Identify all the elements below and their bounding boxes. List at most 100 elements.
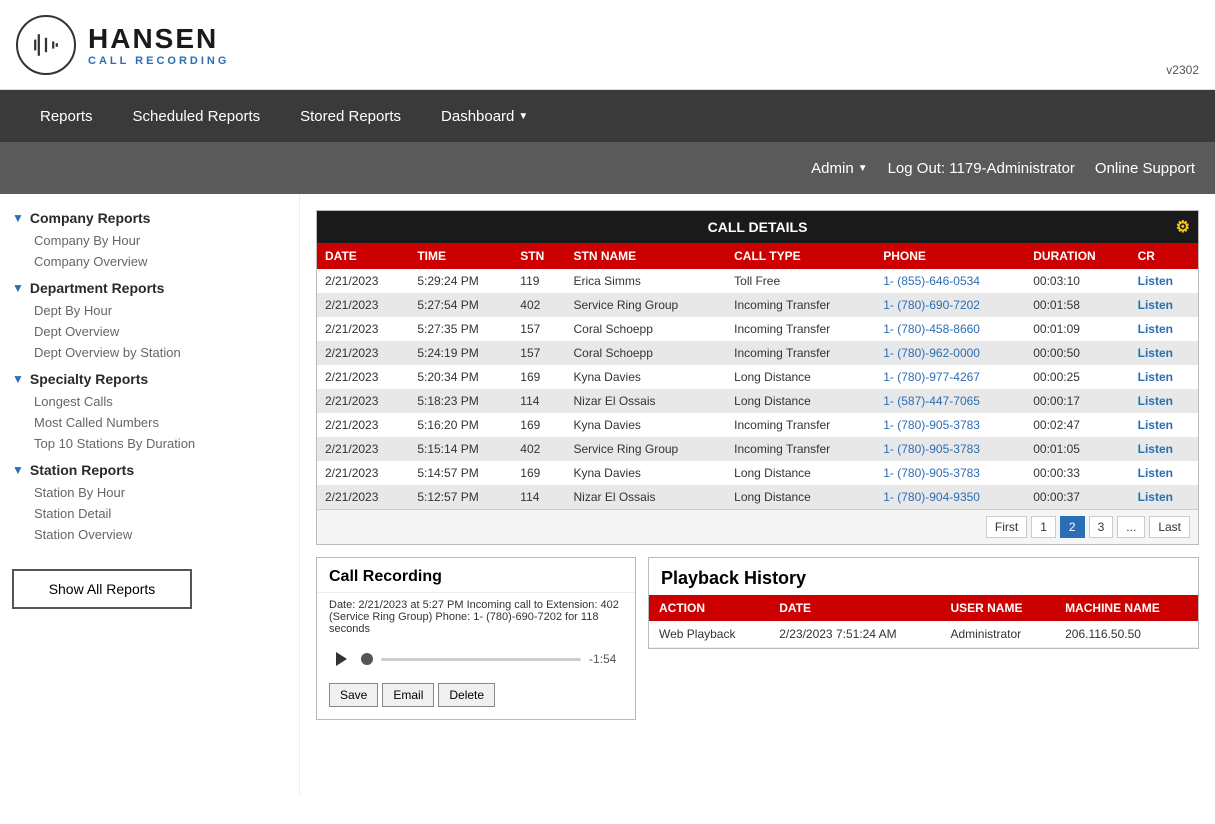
col-date: DATE <box>317 243 409 269</box>
nav-item-scheduled-reports[interactable]: Scheduled Reports <box>113 90 281 142</box>
ph-col-machine: MACHINE NAME <box>1055 595 1198 621</box>
listen-cell[interactable]: Listen <box>1130 389 1198 413</box>
sidebar-item-most-called-numbers[interactable]: Most Called Numbers <box>12 412 287 433</box>
playback-table: ACTION DATE USER NAME MACHINE NAME Web P… <box>649 595 1198 648</box>
ellipsis-button[interactable]: ... <box>1117 516 1145 538</box>
sidebar-item-station-overview[interactable]: Station Overview <box>12 524 287 545</box>
listen-cell[interactable]: Listen <box>1130 365 1198 389</box>
sub-nav-online-support[interactable]: Online Support <box>1095 160 1195 177</box>
listen-cell[interactable]: Listen <box>1130 293 1198 317</box>
stn-name-cell: Coral Schoepp <box>566 341 727 365</box>
page-1-button[interactable]: 1 <box>1031 516 1056 538</box>
listen-cell[interactable]: Listen <box>1130 485 1198 509</box>
col-time: TIME <box>409 243 512 269</box>
table-row: 2/21/20235:16:20 PM169Kyna DaviesIncomin… <box>317 413 1198 437</box>
player-row: -1:54 <box>317 641 635 677</box>
call-type-cell: Toll Free <box>726 269 875 293</box>
page-2-button[interactable]: 2 <box>1060 516 1085 538</box>
page-3-button[interactable]: 3 <box>1089 516 1114 538</box>
playback-dot[interactable] <box>361 653 373 665</box>
date-cell: 2/21/2023 <box>317 341 409 365</box>
sidebar-item-station-detail[interactable]: Station Detail <box>12 503 287 524</box>
table-row: 2/21/20235:18:23 PM114Nizar El OssaisLon… <box>317 389 1198 413</box>
call-recording-title: Call Recording <box>317 558 635 593</box>
phone-cell[interactable]: 1- (780)-962-0000 <box>875 341 1025 365</box>
sidebar-section-title-department[interactable]: ▼ Department Reports <box>12 280 287 296</box>
ph-col-date: DATE <box>769 595 940 621</box>
call-type-cell: Incoming Transfer <box>726 341 875 365</box>
call-details-table: DATE TIME STN STN NAME CALL TYPE PHONE D… <box>317 243 1198 509</box>
col-call-type: CALL TYPE <box>726 243 875 269</box>
phone-cell[interactable]: 1- (780)-905-3783 <box>875 437 1025 461</box>
sidebar-item-top10-stations[interactable]: Top 10 Stations By Duration <box>12 433 287 454</box>
call-type-cell: Long Distance <box>726 365 875 389</box>
ph-action-cell: Web Playback <box>649 621 769 648</box>
duration-cell: 00:00:33 <box>1025 461 1129 485</box>
phone-cell[interactable]: 1- (780)-905-3783 <box>875 413 1025 437</box>
version-label: v2302 <box>1166 63 1199 81</box>
phone-cell[interactable]: 1- (780)-690-7202 <box>875 293 1025 317</box>
time-cell: 5:15:14 PM <box>409 437 512 461</box>
phone-cell[interactable]: 1- (780)-904-9350 <box>875 485 1025 509</box>
gear-icon[interactable]: ⚙ <box>1176 217 1190 237</box>
phone-cell[interactable]: 1- (780)-977-4267 <box>875 365 1025 389</box>
duration-cell: 00:01:05 <box>1025 437 1129 461</box>
phone-cell[interactable]: 1- (780)-458-8660 <box>875 317 1025 341</box>
playback-header-row: ACTION DATE USER NAME MACHINE NAME <box>649 595 1198 621</box>
listen-cell[interactable]: Listen <box>1130 341 1198 365</box>
phone-cell[interactable]: 1- (587)-447-7065 <box>875 389 1025 413</box>
listen-cell[interactable]: Listen <box>1130 461 1198 485</box>
show-all-reports-button[interactable]: Show All Reports <box>12 569 192 609</box>
nav-item-reports[interactable]: Reports <box>20 90 113 142</box>
email-button[interactable]: Email <box>382 683 434 707</box>
playback-row: Web Playback2/23/2023 7:51:24 AMAdminist… <box>649 621 1198 648</box>
first-page-button[interactable]: First <box>986 516 1027 538</box>
stn-name-cell: Kyna Davies <box>566 365 727 389</box>
logo-sub-text: CALL RECORDING <box>88 55 229 67</box>
last-page-button[interactable]: Last <box>1149 516 1190 538</box>
stn-cell: 114 <box>512 389 565 413</box>
duration-cell: 00:03:10 <box>1025 269 1129 293</box>
col-phone: PHONE <box>875 243 1025 269</box>
sidebar-section-title-station[interactable]: ▼ Station Reports <box>12 462 287 478</box>
sidebar-section-title-specialty[interactable]: ▼ Specialty Reports <box>12 371 287 387</box>
logo-area: HANSEN CALL RECORDING <box>16 15 229 75</box>
phone-cell[interactable]: 1- (855)-646-0534 <box>875 269 1025 293</box>
sidebar-item-station-by-hour[interactable]: Station By Hour <box>12 482 287 503</box>
phone-cell[interactable]: 1- (780)-905-3783 <box>875 461 1025 485</box>
sidebar-item-dept-overview[interactable]: Dept Overview <box>12 321 287 342</box>
progress-bar[interactable] <box>381 658 581 661</box>
listen-cell[interactable]: Listen <box>1130 413 1198 437</box>
ph-col-user: USER NAME <box>940 595 1055 621</box>
sub-nav-logout[interactable]: Log Out: 1179-Administrator <box>888 160 1075 177</box>
listen-cell[interactable]: Listen <box>1130 317 1198 341</box>
sidebar-item-dept-by-hour[interactable]: Dept By Hour <box>12 300 287 321</box>
stn-name-cell: Erica Simms <box>566 269 727 293</box>
playback-history-box: Playback History ACTION DATE USER NAME M… <box>648 557 1199 649</box>
delete-button[interactable]: Delete <box>438 683 495 707</box>
listen-cell[interactable]: Listen <box>1130 269 1198 293</box>
sidebar-section-title-company[interactable]: ▼ Company Reports <box>12 210 287 226</box>
sidebar-item-longest-calls[interactable]: Longest Calls <box>12 391 287 412</box>
save-button[interactable]: Save <box>329 683 378 707</box>
duration-cell: 00:00:17 <box>1025 389 1129 413</box>
nav-item-stored-reports[interactable]: Stored Reports <box>280 90 421 142</box>
col-stn: STN <box>512 243 565 269</box>
sidebar-item-dept-overview-by-station[interactable]: Dept Overview by Station <box>12 342 287 363</box>
stn-name-cell: Nizar El Ossais <box>566 389 727 413</box>
listen-cell[interactable]: Listen <box>1130 437 1198 461</box>
sidebar-item-company-by-hour[interactable]: Company By Hour <box>12 230 287 251</box>
main-content: CALL DETAILS ⚙ DATE TIME STN STN NAME CA… <box>300 194 1215 794</box>
sub-nav: Admin ▼ Log Out: 1179-Administrator Onli… <box>0 142 1215 194</box>
call-type-cell: Long Distance <box>726 461 875 485</box>
date-cell: 2/21/2023 <box>317 389 409 413</box>
sub-nav-admin[interactable]: Admin ▼ <box>811 160 867 177</box>
time-cell: 5:27:54 PM <box>409 293 512 317</box>
sidebar-item-company-overview[interactable]: Company Overview <box>12 251 287 272</box>
arrow-company-icon: ▼ <box>12 211 24 225</box>
play-button[interactable] <box>329 647 353 671</box>
duration-cell: 00:00:50 <box>1025 341 1129 365</box>
nav-item-dashboard[interactable]: Dashboard ▼ <box>421 90 548 142</box>
call-recording-box: Call Recording Date: 2/21/2023 at 5:27 P… <box>316 557 636 720</box>
stn-cell: 402 <box>512 437 565 461</box>
